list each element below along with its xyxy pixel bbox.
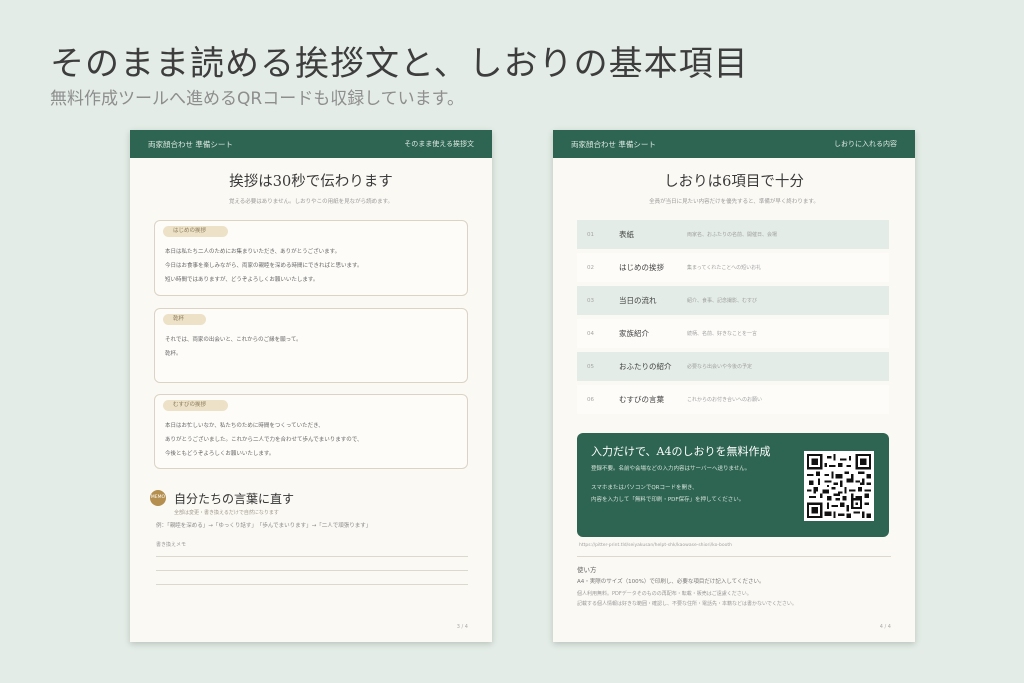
how-to-title: 使い方 [577, 566, 597, 574]
cta-box: 入力だけで、A4のしおりを無料作成 登録不要。名前や会場などの入力内容はサーバー… [577, 433, 889, 537]
item-number: 01 [587, 231, 594, 238]
memo-example: 例：「親睦を深める」→「ゆっくり話す」 「歩んでまいります」→「二人で頑張ります… [156, 523, 372, 529]
item-list: 01 表紙 両家名、おふたりの名前、開催日、会場 02 はじめの挨拶 集まってく… [577, 220, 889, 418]
sheet-header-title: 両家顔合わせ 準備シート [571, 139, 656, 149]
list-item: 06 むすびの言葉 これからのお付き合いへのお願い [577, 385, 889, 414]
greeting-block-opening: はじめの挨拶 本日は私たち二人のためにお集まりいただき、ありがとうございます。 … [154, 220, 468, 296]
block-text: それでは、両家の出会いと、これからのご縁を願って。 乾杯。 [165, 335, 457, 363]
sheet-subtitle: 全員が当日に見たい内容だけを優先すると、準備が早く終わります。 [649, 199, 819, 205]
how-to-text: 個人利用無料。PDFデータそのものの再配布・転載・販売はご遠慮ください。 [577, 591, 752, 597]
item-number: 05 [587, 363, 594, 370]
item-description: 続柄、名前、好きなことを一言 [687, 331, 758, 337]
bookmark-sheet: 両家顔合わせ 準備シート しおりに入れる内容 しおりは6項目で十分 全員が当日に… [553, 130, 915, 642]
item-description: 紹介、食事、記念撮影、むすび [687, 298, 758, 304]
block-line: 今後ともどうぞよろしくお願いいたします。 [165, 451, 275, 457]
page-number: 3 / 4 [456, 624, 468, 630]
cta-title: 入力だけで、A4のしおりを無料作成 [591, 445, 771, 458]
item-number: 06 [587, 396, 594, 403]
item-name: むすびの言葉 [619, 395, 664, 404]
how-to-text: 記載する個人情報は好きな範囲・確認し、不要な住所・電話先・本籍などは書かないでく… [577, 601, 797, 607]
block-line: それでは、両家の出会いと、これからのご縁を願って。 [165, 337, 302, 343]
block-line: 今日はお食事を楽しみながら、両家の親睦を深める時間にできればと思います。 [165, 263, 363, 269]
block-line: 短い時間ではありますが、どうぞよろしくお願いいたします。 [165, 277, 319, 283]
greeting-block-toast: 乾杯 それでは、両家の出会いと、これからのご縁を願って。 乾杯。 [154, 308, 468, 383]
item-number: 03 [587, 297, 594, 304]
writing-line [156, 584, 468, 585]
page-number: 4 / 4 [879, 624, 891, 630]
item-number: 02 [587, 264, 594, 271]
cta-text: 登録不要。名前や会場などの入力内容はサーバーへ送りません。 [591, 466, 751, 472]
how-to-text: A4・実際のサイズ（100%）で印刷し、必要な項目だけ記入してください。 [577, 579, 765, 585]
memo-note-label: 書き換えメモ [156, 542, 187, 548]
greeting-sheet: 両家顔合わせ 準備シート そのまま使える挨拶文 挨拶は30秒で伝わります 覚える… [130, 130, 492, 642]
item-name: はじめの挨拶 [619, 263, 664, 272]
greeting-block-closing: むすびの挨拶 本日はお忙しいなか、私たちのために時間をつくっていただき、 ありが… [154, 394, 468, 469]
block-label: はじめの挨拶 [163, 226, 229, 237]
sheet-title: しおりは6項目で十分 [664, 174, 804, 190]
item-name: 表紙 [619, 230, 634, 239]
writing-line [156, 570, 468, 571]
memo-title: 自分たちの言葉に直す [174, 492, 295, 506]
sheet-subtitle: 覚える必要はありません。しおりやこの用紙を見ながら読めます。 [228, 199, 394, 205]
sheet-header: 両家顔合わせ 準備シート そのまま使える挨拶文 [130, 130, 492, 158]
hero-title: そのまま読める挨拶文と、しおりの基本項目 [50, 44, 749, 84]
tool-url-link[interactable]: https://pitter-print.tld/seiyakusan/help… [579, 543, 732, 548]
divider [577, 556, 891, 557]
list-item: 02 はじめの挨拶 集まってくれたことへの短いお礼 [577, 253, 889, 282]
item-name: おふたりの紹介 [619, 362, 672, 371]
block-text: 本日はお忙しいなか、私たちのために時間をつくっていただき、 ありがとうございまし… [165, 421, 457, 463]
block-line: 本日はお忙しいなか、私たちのために時間をつくっていただき、 [165, 423, 324, 429]
block-line: 乾杯。 [165, 351, 182, 357]
list-item: 01 表紙 両家名、おふたりの名前、開催日、会場 [577, 220, 889, 249]
item-description: 必要なら出会いや今後の予定 [687, 364, 753, 370]
cta-text: 内容を入力して「無料で印刷・PDF保存」を押してください。 [591, 497, 745, 503]
block-line: 本日は私たち二人のためにお集まりいただき、ありがとうございます。 [165, 249, 341, 255]
cta-text: スマホまたはパソコンでQRコードを開き、 [591, 485, 698, 491]
item-number: 04 [587, 330, 594, 337]
writing-line [156, 556, 468, 557]
sheet-header: 両家顔合わせ 準備シート しおりに入れる内容 [553, 130, 915, 158]
list-item: 05 おふたりの紹介 必要なら出会いや今後の予定 [577, 352, 889, 381]
item-name: 家族紹介 [619, 329, 649, 338]
sheet-header-section: しおりに入れる内容 [834, 140, 897, 148]
block-label: むすびの挨拶 [163, 400, 229, 411]
hero-subtitle: 無料作成ツールへ進めるQRコードも収録しています。 [50, 89, 464, 109]
item-description: 両家名、おふたりの名前、開催日、会場 [687, 232, 778, 238]
memo-badge: MEMO [150, 490, 166, 506]
memo-subtitle: 全部は変更・書き換えるだけで自然になります [174, 510, 279, 516]
qr-code-icon [807, 454, 871, 518]
block-line: ありがとうございました。これから二人で力を合わせて歩んでまいりますので、 [165, 437, 363, 443]
sheet-header-section: そのまま使える挨拶文 [404, 140, 474, 148]
list-item: 04 家族紹介 続柄、名前、好きなことを一言 [577, 319, 889, 348]
item-name: 当日の流れ [619, 296, 657, 305]
sheet-title: 挨拶は30秒で伝わります [229, 174, 393, 190]
block-label: 乾杯 [163, 314, 207, 325]
sheet-header-title: 両家顔合わせ 準備シート [148, 139, 233, 149]
item-description: これからのお付き合いへのお願い [687, 397, 763, 403]
block-text: 本日は私たち二人のためにお集まりいただき、ありがとうございます。 今日はお食事を… [165, 247, 457, 289]
qr-code[interactable] [804, 451, 874, 521]
list-item: 03 当日の流れ 紹介、食事、記念撮影、むすび [577, 286, 889, 315]
item-description: 集まってくれたことへの短いお礼 [687, 265, 762, 271]
